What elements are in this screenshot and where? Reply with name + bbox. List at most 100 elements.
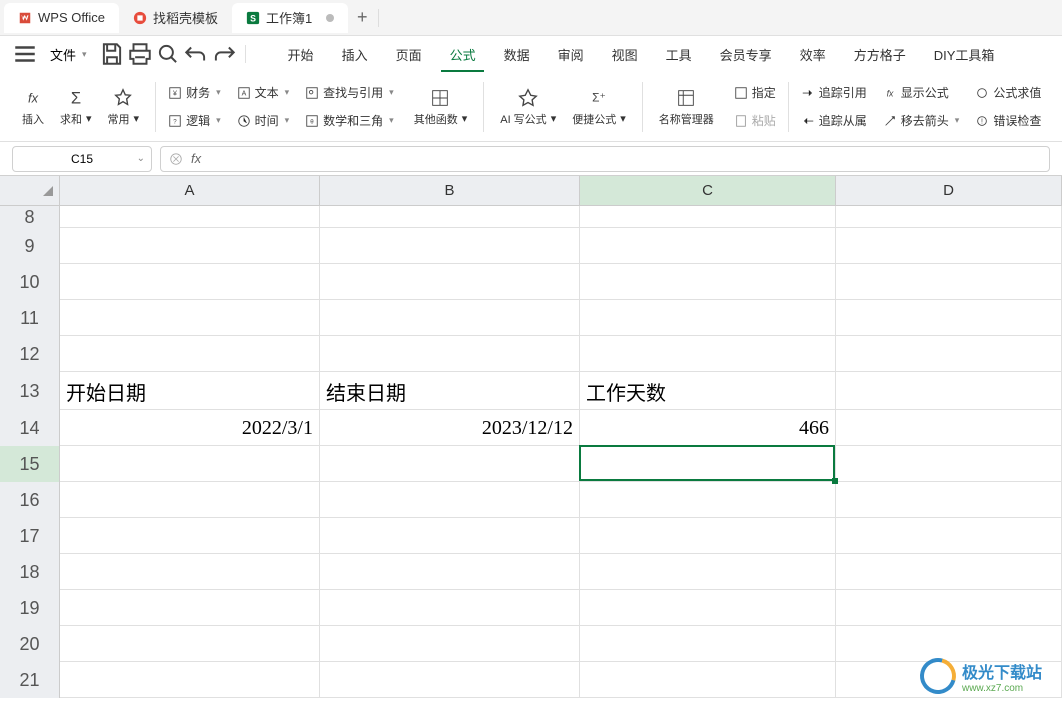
cell-B14[interactable]: 2023/12/12 [320,410,580,446]
paste-button[interactable]: 粘贴 [730,109,780,133]
cell-A11[interactable] [60,300,320,336]
cell-C19[interactable] [580,590,836,626]
cell-A10[interactable] [60,264,320,300]
row-header-16[interactable]: 16 [0,482,60,518]
file-menu[interactable]: 文件 ▾ [40,45,97,64]
cell-D10[interactable] [836,264,1062,300]
undo-button[interactable] [183,41,209,67]
finance-button[interactable]: ¥财务▾ [164,81,225,105]
cell-C10[interactable] [580,264,836,300]
error-check-button[interactable]: !错误检查 [971,109,1045,133]
row-header-15[interactable]: 15 [0,446,60,482]
menu-tab-会员专享[interactable]: 会员专享 [706,36,786,72]
menu-tab-视图[interactable]: 视图 [598,36,652,72]
cell-A20[interactable] [60,626,320,662]
cell-C14[interactable]: 466 [580,410,836,446]
cell-B11[interactable] [320,300,580,336]
ai-formula-button[interactable]: AI 写公式▾ [496,83,560,131]
row-header-8[interactable]: 8 [0,206,60,228]
menu-tab-公式[interactable]: 公式 [436,36,490,72]
row-header-12[interactable]: 12 [0,336,60,372]
menu-toggle-button[interactable] [12,41,38,67]
cell-D12[interactable] [836,336,1062,372]
tab-close-icon[interactable] [326,14,334,22]
cell-D20[interactable] [836,626,1062,662]
template-tab[interactable]: 找稻壳模板 [119,3,232,33]
cell-C11[interactable] [580,300,836,336]
sum-button[interactable]: Σ 求和▾ [56,83,96,131]
workbook-tab[interactable]: S 工作簿1 [232,3,348,33]
common-button[interactable]: 常用▾ [104,83,144,131]
trace-dependents-button[interactable]: 追踪从属 [797,109,871,133]
cell-D8[interactable] [836,206,1062,228]
row-header-20[interactable]: 20 [0,626,60,662]
cell-D13[interactable] [836,372,1062,410]
menu-tab-DIY工具箱[interactable]: DIY工具箱 [920,36,1009,72]
menu-tab-效率[interactable]: 效率 [786,36,840,72]
cell-B15[interactable] [320,446,580,482]
text-button[interactable]: A文本▾ [233,81,294,105]
assign-button[interactable]: 指定 [730,81,780,105]
print-button[interactable] [127,41,153,67]
row-header-17[interactable]: 17 [0,518,60,554]
menu-tab-页面[interactable]: 页面 [382,36,436,72]
row-header-10[interactable]: 10 [0,264,60,300]
spreadsheet-grid[interactable]: ABCD8910111213开始日期结束日期工作天数142022/3/12023… [0,176,1062,698]
menu-tab-插入[interactable]: 插入 [328,36,382,72]
cell-B19[interactable] [320,590,580,626]
save-button[interactable] [99,41,125,67]
cell-A19[interactable] [60,590,320,626]
menu-tab-审阅[interactable]: 审阅 [544,36,598,72]
cell-B17[interactable] [320,518,580,554]
logic-button[interactable]: ?逻辑▾ [164,109,225,133]
cell-C12[interactable] [580,336,836,372]
cell-D15[interactable] [836,446,1062,482]
cell-A16[interactable] [60,482,320,518]
show-formula-button[interactable]: fx显示公式 [879,81,964,105]
cell-C9[interactable] [580,228,836,264]
redo-button[interactable] [211,41,237,67]
name-manager-button[interactable]: 名称管理器 [655,83,718,131]
row-header-19[interactable]: 19 [0,590,60,626]
cell-C20[interactable] [580,626,836,662]
cell-B12[interactable] [320,336,580,372]
cell-B9[interactable] [320,228,580,264]
cell-B13[interactable]: 结束日期 [320,372,580,410]
lookup-button[interactable]: 查找与引用▾ [301,81,398,105]
cell-C21[interactable] [580,662,836,698]
col-header-B[interactable]: B [320,176,580,205]
col-header-C[interactable]: C [580,176,836,205]
other-functions-button[interactable]: 其他函数▾ [410,83,472,131]
cell-C16[interactable] [580,482,836,518]
cell-A15[interactable] [60,446,320,482]
cell-B8[interactable] [320,206,580,228]
cell-B10[interactable] [320,264,580,300]
cell-C13[interactable]: 工作天数 [580,372,836,410]
cancel-icon[interactable] [169,152,183,166]
cell-D18[interactable] [836,554,1062,590]
formula-input-area[interactable]: fx [160,146,1050,172]
cell-D19[interactable] [836,590,1062,626]
menu-tab-数据[interactable]: 数据 [490,36,544,72]
remove-arrows-button[interactable]: 移去箭头▾ [879,109,964,133]
time-button[interactable]: 时间▾ [233,109,294,133]
cell-A9[interactable] [60,228,320,264]
cell-B21[interactable] [320,662,580,698]
cell-A17[interactable] [60,518,320,554]
formula-eval-button[interactable]: 公式求值 [971,81,1045,105]
cell-B16[interactable] [320,482,580,518]
add-tab-button[interactable]: + [348,4,376,32]
math-button[interactable]: θ数学和三角▾ [301,109,398,133]
quick-formula-button[interactable]: Σ⁺ 便捷公式▾ [568,83,630,131]
cell-D16[interactable] [836,482,1062,518]
trace-precedents-button[interactable]: 追踪引用 [797,81,871,105]
row-header-18[interactable]: 18 [0,554,60,590]
cell-A13[interactable]: 开始日期 [60,372,320,410]
fx-label[interactable]: fx [191,151,201,166]
insert-function-button[interactable]: fx 插入 [18,83,48,131]
print-preview-button[interactable] [155,41,181,67]
select-all-corner[interactable] [0,176,60,205]
menu-tab-工具[interactable]: 工具 [652,36,706,72]
cell-A18[interactable] [60,554,320,590]
app-tab[interactable]: WPS Office [4,3,119,33]
